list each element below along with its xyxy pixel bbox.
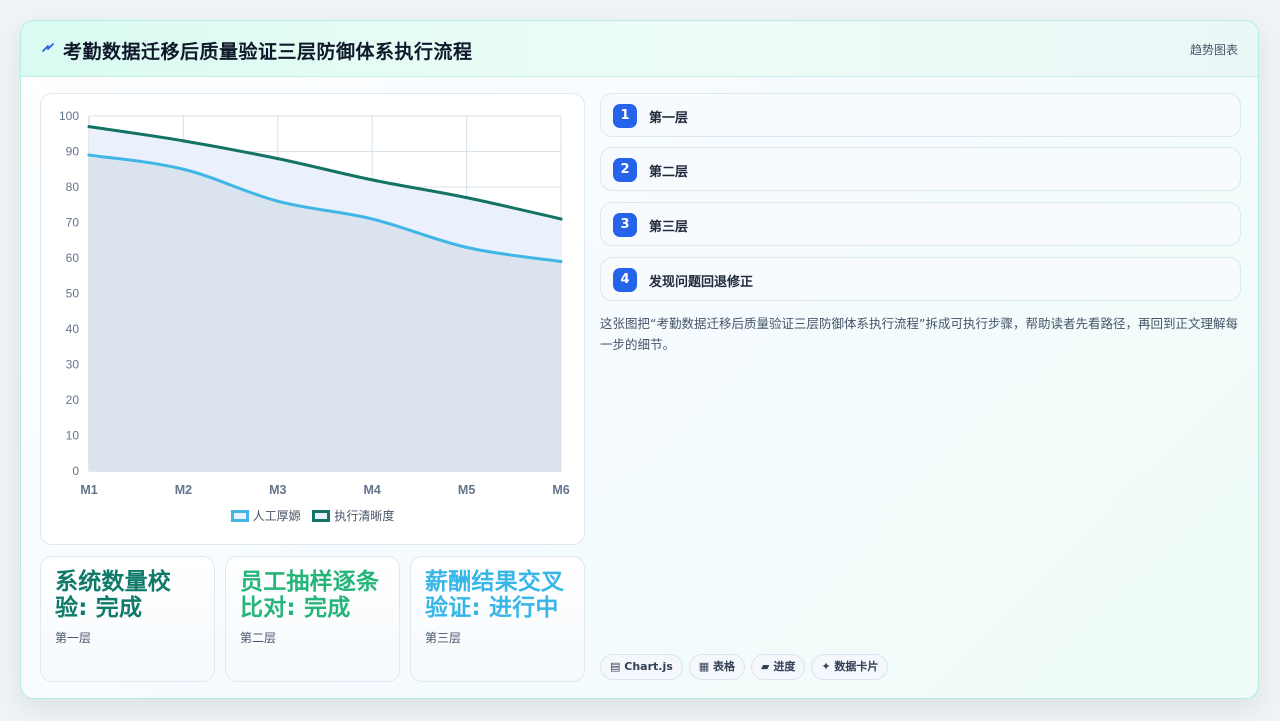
kpi-title: 系统数量校验: 完成 (55, 569, 171, 621)
main-card: 考勤数据迁移后质量验证三层防御体系执行流程 趋势图表 0 10 20 30 40 50 60… (20, 20, 1259, 699)
legend-item-series-1[interactable]: 人工厚嫄 (230, 507, 301, 524)
data-point (87, 153, 91, 157)
data-point (465, 196, 469, 200)
kpi-card-layer-3: 薪酬结果交叉验证: 进行中 第三层 (410, 556, 585, 682)
tag-list: ▤ Chart.js ▦ 表格 ▰ 进度 ✦ 数据卡片 (600, 654, 894, 680)
data-point (87, 125, 91, 129)
legend-swatch-series-2 (312, 510, 331, 522)
step-number-badge: 1 (613, 104, 637, 128)
y-tick-label: 10 (66, 429, 80, 443)
x-tick-label: M1 (80, 483, 97, 497)
description-text: 这张图把“考勤数据迁移后质量验证三层防御体系执行流程”拆成可执行步骤，帮助读者先… (600, 316, 1238, 352)
data-point (181, 139, 185, 143)
tag-chartjs[interactable]: ▤ Chart.js (600, 654, 683, 680)
lightning-icon (42, 43, 54, 52)
y-tick-label: 30 (66, 358, 80, 372)
kpi-title: 薪酬结果交叉验证: 进行中 (425, 569, 565, 621)
legend-label: 人工厚嫄 (252, 509, 301, 523)
x-tick-label: M6 (552, 483, 569, 497)
x-tick-label: M2 (175, 483, 192, 497)
legend-swatch-series-1 (230, 510, 249, 522)
chart-card: 0 10 20 30 40 50 60 70 80 90 100 M1 M2 M3 M4 M5 M6 人工厚嫄 … (40, 93, 585, 545)
table-icon: ▦ (698, 660, 710, 673)
tag-table[interactable]: ▦ 表格 (688, 654, 746, 680)
y-tick-label: 80 (66, 180, 80, 194)
tag-label: 进度 (773, 660, 796, 673)
step-label: 发现问题回退修正 (649, 275, 754, 290)
y-tick-label: 50 (66, 287, 80, 301)
tag-label: Chart.js (624, 660, 673, 673)
legend-item-series-2[interactable]: 执行清晰度 (312, 507, 394, 524)
kpi-title: 员工抽样逐条比对: 完成 (240, 569, 380, 621)
page-title: 考勤数据迁移后质量验证三层防御体系执行流程 (63, 41, 473, 63)
y-tick-label: 70 (66, 216, 80, 230)
data-point (181, 167, 185, 171)
y-tick-label: 20 (66, 393, 80, 407)
step-item-2[interactable]: 2 第二层 (600, 147, 1241, 191)
kpi-subtitle: 第二层 (240, 631, 277, 645)
tag-progress[interactable]: ▰ 进度 (751, 654, 806, 680)
chart-icon: ▤ (610, 660, 621, 673)
data-point (559, 260, 563, 264)
legend-label: 执行清晰度 (334, 509, 395, 523)
progress-icon: ▰ (761, 660, 770, 673)
step-item-1[interactable]: 1 第一层 (600, 93, 1241, 137)
tag-label: 数据卡片 (834, 660, 879, 673)
y-tick-label: 90 (66, 145, 80, 159)
chart-legend: 人工厚嫄 执行清晰度 (41, 507, 584, 524)
tag-label: 表格 (713, 660, 736, 673)
header-bar: 考勤数据迁移后质量验证三层防御体系执行流程 趋势图表 (21, 21, 1258, 77)
x-tick-label: M5 (458, 483, 475, 497)
step-number-badge: 2 (613, 158, 637, 182)
chart-type-badge: 趋势图表 (1189, 43, 1238, 57)
step-number-badge: 3 (613, 213, 637, 237)
kpi-card-layer-1: 系统数量校验: 完成 第一层 (40, 556, 215, 682)
y-tick-label: 60 (66, 251, 80, 265)
tag-data-card[interactable]: ✦ 数据卡片 (811, 654, 889, 680)
trend-chart: 0 10 20 30 40 50 60 70 80 90 100 M1 M2 M3 M4 M5 M6 (59, 109, 570, 497)
x-tick-label: M3 (269, 483, 286, 497)
data-point (370, 178, 374, 182)
step-item-3[interactable]: 3 第三层 (600, 202, 1241, 246)
step-label: 第一层 (649, 111, 689, 126)
y-tick-label: 0 (72, 464, 79, 478)
data-point (276, 157, 280, 161)
sparkle-icon: ✦ (821, 660, 831, 673)
data-point (465, 245, 469, 249)
y-tick-label: 40 (66, 322, 80, 336)
x-tick-label: M4 (364, 483, 381, 497)
step-item-4[interactable]: 4 发现问题回退修正 (600, 257, 1241, 301)
y-tick-label: 100 (59, 109, 79, 123)
step-label: 第三层 (649, 220, 689, 235)
data-point (276, 199, 280, 203)
data-point (559, 217, 563, 221)
step-number-badge: 4 (613, 268, 637, 292)
kpi-card-layer-2: 员工抽样逐条比对: 完成 第二层 (225, 556, 400, 682)
step-label: 第二层 (649, 165, 689, 180)
kpi-subtitle: 第三层 (425, 631, 462, 645)
data-point (370, 217, 374, 221)
kpi-subtitle: 第一层 (55, 631, 92, 645)
